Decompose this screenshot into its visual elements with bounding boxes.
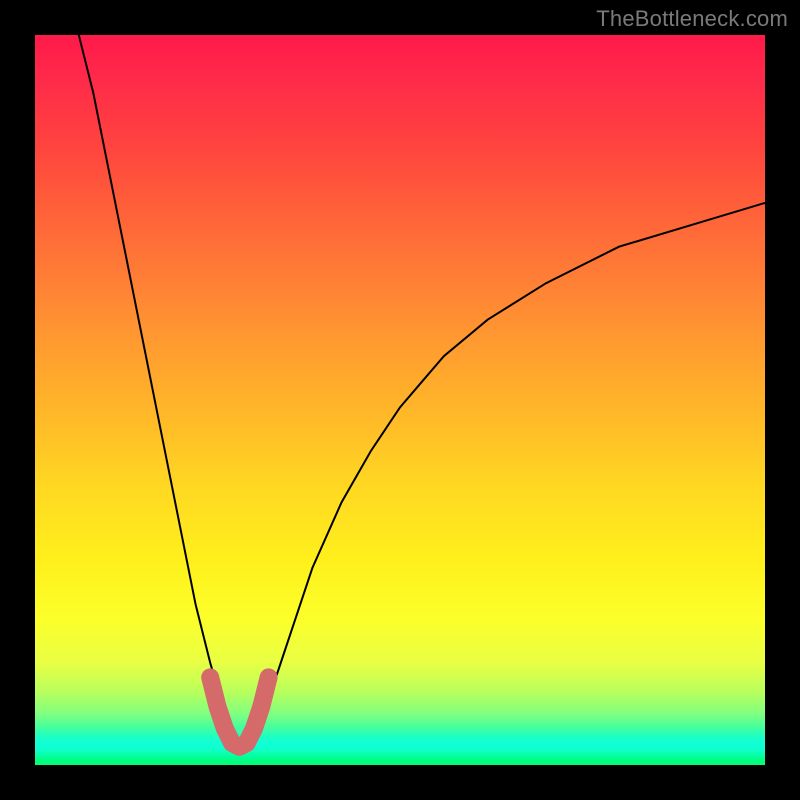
chart-svg <box>35 35 765 765</box>
valley-highlight <box>210 677 268 746</box>
plot-area <box>35 35 765 765</box>
chart-frame: TheBottleneck.com <box>0 0 800 800</box>
bottleneck-curve <box>79 35 765 747</box>
watermark-text: TheBottleneck.com <box>596 6 788 32</box>
